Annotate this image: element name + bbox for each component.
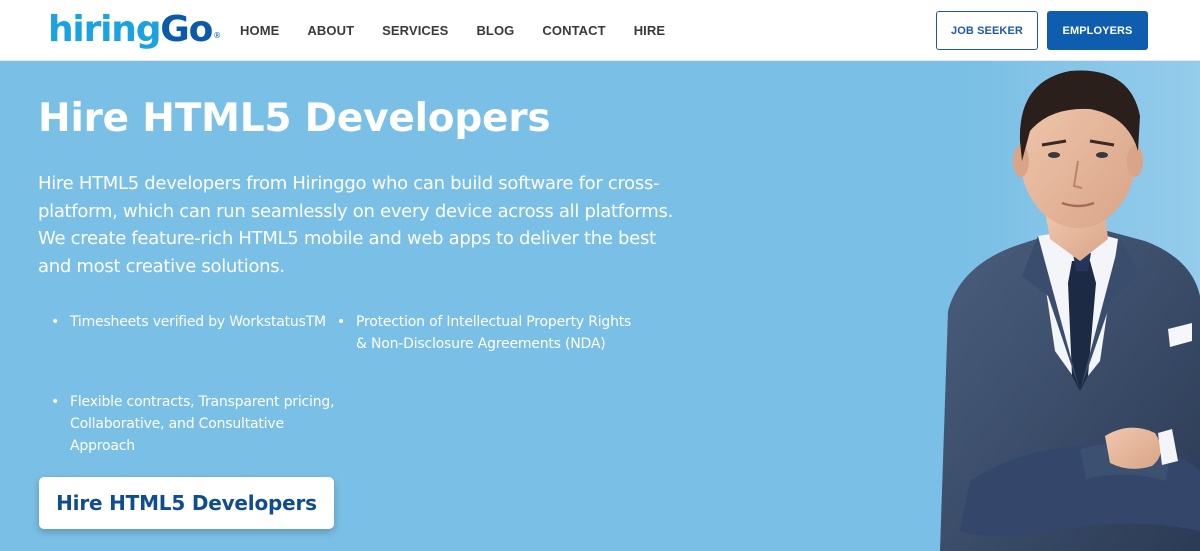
bullet-dot-icon: • (51, 314, 60, 330)
hero-title: Hire HTML5 Developers (38, 96, 551, 141)
feature-bullet-text: Flexible contracts, Transparent pricing,… (70, 394, 335, 454)
hiringgo-logo[interactable]: hiring Go ® (48, 8, 221, 52)
hire-developers-cta-button[interactable]: Hire HTML5 Developers (39, 477, 334, 529)
nav-home-link[interactable]: HOME (240, 23, 279, 38)
nav-about-link[interactable]: ABOUT (307, 23, 354, 38)
hero-description: Hire HTML5 developers from Hiringgo who … (38, 173, 674, 277)
job-seeker-button[interactable]: JOB SEEKER (936, 11, 1038, 50)
nav-services-link[interactable]: SERVICES (382, 23, 448, 38)
feature-bullet-list: • Timesheets verified by WorkstatusTM • … (51, 311, 652, 461)
logo-text-go: Go (160, 9, 213, 50)
main-nav: HOME ABOUT SERVICES BLOG CONTACT HIRE (226, 0, 679, 61)
feature-bullet-text: Protection of Intellectual Property Righ… (356, 314, 632, 352)
logo-text-hiring: hiring (48, 9, 161, 50)
feature-bullet-text: Timesheets verified by WorkstatusTM (70, 314, 326, 330)
businessman-photo (940, 70, 1200, 551)
feature-bullet-ip-protection: • Protection of Intellectual Property Ri… (337, 311, 638, 355)
site-header: hiring Go ® HOME ABOUT SERVICES BLOG CONTA… (0, 0, 1200, 61)
bullet-dot-icon: • (51, 394, 60, 410)
logo-registered-mark: ® (213, 31, 222, 40)
nav-hire-link[interactable]: HIRE (634, 23, 665, 38)
hero-section: Hire HTML5 Developers Hire HTML5 develop… (0, 61, 1200, 551)
feature-bullet-contracts: • Flexible contracts, Transparent pricin… (51, 391, 352, 457)
feature-bullet-timesheets: • Timesheets verified by WorkstatusTM (51, 311, 352, 333)
nav-contact-link[interactable]: CONTACT (542, 23, 605, 38)
bullet-dot-icon: • (337, 314, 346, 330)
employers-button[interactable]: EMPLOYERS (1047, 11, 1148, 50)
nav-blog-link[interactable]: BLOG (476, 23, 514, 38)
